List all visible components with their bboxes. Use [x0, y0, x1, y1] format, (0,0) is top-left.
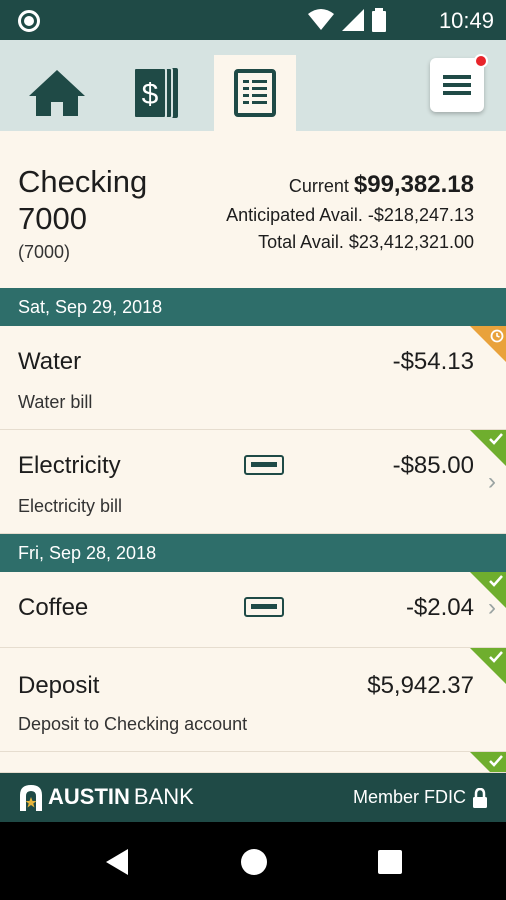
tab-accounts[interactable]: $ — [116, 55, 198, 131]
menu-button[interactable] — [430, 54, 488, 112]
austin-bank-logo-icon — [20, 785, 42, 811]
total-balance-row: Total Avail. $23,412,321.00 — [258, 232, 474, 253]
transaction-row[interactable]: Deposit Deposit to Checking account $5,9… — [0, 648, 506, 752]
footer-bar: AUSTIN BANK Member FDIC — [0, 773, 506, 822]
tab-home[interactable] — [16, 55, 98, 131]
transaction-row[interactable]: Water Water bill -$54.13 — [0, 326, 506, 430]
transaction-row[interactable] — [0, 752, 506, 773]
system-navigation-bar — [0, 822, 506, 900]
account-name: Checking 7000 — [18, 164, 148, 236]
recents-icon[interactable] — [377, 849, 403, 875]
lock-icon — [473, 787, 487, 808]
transaction-description: Electricity bill — [18, 496, 123, 516]
current-balance-row: Current $99,382.18 — [289, 171, 474, 199]
transaction-name: Deposit — [18, 672, 100, 699]
chevron-right-icon: › — [488, 468, 496, 495]
wifi-icon — [308, 9, 334, 30]
clock: 10:49 — [438, 8, 494, 33]
transaction-amount: -$2.04 — [405, 594, 474, 621]
clock-icon — [490, 329, 504, 343]
logo-word-austin: AUSTIN — [48, 784, 130, 809]
signal-icon — [342, 9, 364, 31]
transaction-name: Water — [18, 348, 82, 375]
home-nav-icon[interactable] — [240, 848, 268, 876]
transaction-amount: -$85.00 — [392, 452, 474, 479]
card-icon — [244, 455, 284, 475]
document-list-icon — [234, 69, 276, 117]
current-label: Current — [288, 176, 349, 196]
hamburger-menu-icon — [443, 75, 471, 95]
notification-dot — [474, 54, 488, 68]
fdic-text: Member FDIC — [352, 787, 466, 807]
transaction-row[interactable]: Coffee -$2.04 › — [0, 572, 506, 648]
dollar-bills-icon: $ — [133, 67, 178, 119]
back-icon[interactable] — [104, 848, 130, 876]
check-icon — [489, 433, 503, 445]
svg-text:$: $ — [142, 78, 159, 111]
account-summary: Checking 7000 (7000) Current $99,382.18 … — [0, 131, 506, 288]
transaction-name: Electricity — [18, 452, 121, 479]
check-icon — [489, 755, 503, 767]
logo-word-bank: BANK — [133, 784, 194, 809]
bank-logo: AUSTIN BANK — [18, 783, 194, 811]
total-label: Total Avail. — [258, 232, 344, 252]
transaction-description: Water bill — [18, 392, 93, 412]
notification-circle-icon — [18, 10, 40, 32]
account-number: (7000) — [18, 242, 71, 262]
anticipated-balance-row: Anticipated Avail. -$218,247.13 — [226, 205, 474, 226]
transaction-name: Coffee — [18, 594, 89, 621]
tab-transactions[interactable] — [214, 55, 296, 131]
card-icon — [244, 597, 284, 617]
status-icons — [308, 8, 386, 32]
transaction-amount: -$54.13 — [392, 348, 474, 375]
check-icon — [489, 575, 503, 587]
anticipated-label: Anticipated Avail. — [226, 205, 363, 225]
fdic-notice: Member FDIC — [353, 787, 488, 808]
transaction-description: Deposit to Checking account — [18, 714, 248, 734]
total-balance: $23,412,321.00 — [348, 232, 474, 252]
current-balance: $99,382.18 — [353, 171, 474, 198]
check-icon — [489, 651, 503, 663]
top-toolbar: $ — [0, 40, 506, 131]
date-header: Sat, Sep 29, 2018 — [0, 288, 506, 326]
home-icon — [29, 70, 85, 116]
status-bar: 10:49 — [0, 0, 506, 40]
date-header: Fri, Sep 28, 2018 — [0, 534, 506, 572]
transaction-amount: $5,942.37 — [367, 672, 474, 699]
transaction-row[interactable]: Electricity Electricity bill -$85.00 › — [0, 430, 506, 534]
anticipated-balance: -$218,247.13 — [367, 205, 474, 225]
battery-icon — [372, 8, 386, 32]
